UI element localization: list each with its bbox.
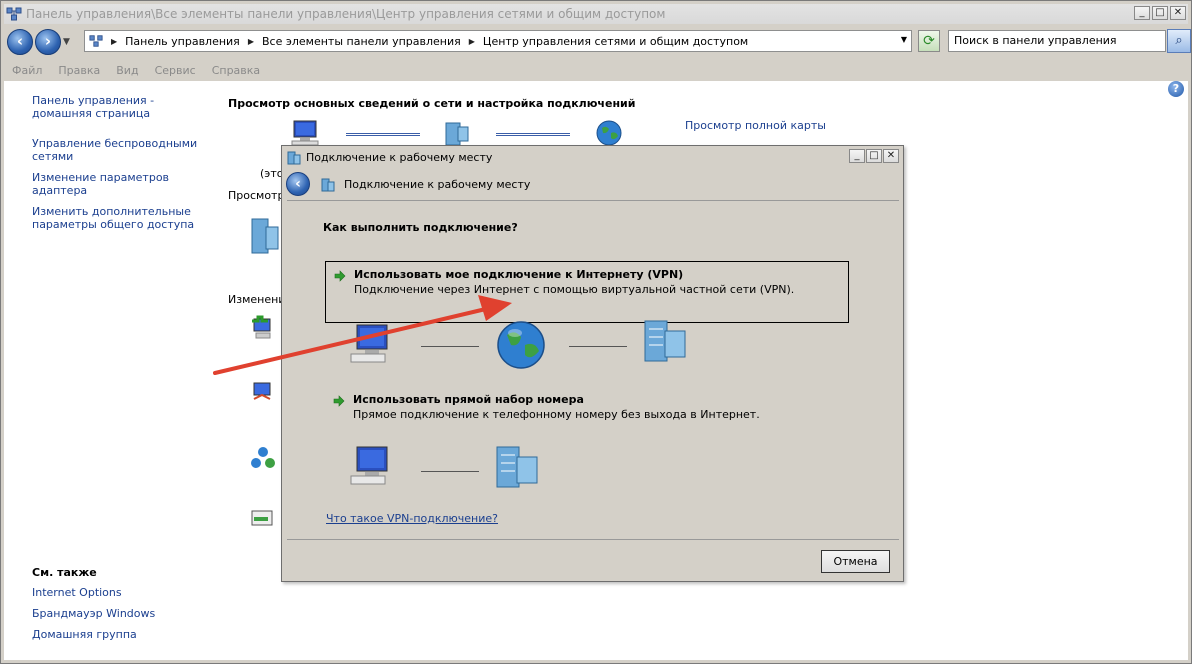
connection-line — [569, 346, 627, 347]
chevron-right-icon[interactable]: ▶ — [248, 37, 254, 46]
menu-bar: Файл Правка Вид Сервис Справка — [4, 61, 1188, 79]
breadcrumb-network-center[interactable]: Центр управления сетями и общим доступом — [483, 35, 748, 48]
dialog-close-button[interactable]: ✕ — [883, 149, 899, 163]
menu-edit[interactable]: Правка — [58, 64, 100, 77]
link-homegroup[interactable]: Домашняя группа — [32, 628, 202, 641]
link-control-panel-home[interactable]: Панель управления - домашняя страница — [32, 94, 202, 120]
link-full-map[interactable]: Просмотр полной карты — [685, 119, 826, 132]
connect-network-icon[interactable] — [250, 379, 276, 405]
link-internet-options[interactable]: Internet Options — [32, 586, 202, 599]
network-center-icon — [89, 35, 103, 47]
option-vpn-title: Использовать мое подключение к Интернету… — [354, 268, 684, 281]
dialog-maximize-button[interactable]: □ — [866, 149, 882, 163]
network-center-icon — [6, 7, 22, 21]
workplace-icon — [321, 178, 335, 192]
homegroup-icon[interactable] — [250, 445, 276, 471]
workplace-network-icon — [644, 320, 686, 362]
green-arrow-icon — [333, 395, 345, 407]
map-connection-line — [496, 133, 570, 136]
dialog-nav: ‹ Подключение к рабочему месту — [282, 169, 903, 199]
link-firewall[interactable]: Брандмауэр Windows — [32, 607, 202, 620]
workplace-network-icon — [496, 446, 538, 488]
history-dropdown-icon[interactable]: ▼ — [63, 37, 70, 47]
title-bar[interactable]: Панель управления\Все элементы панели уп… — [4, 4, 1188, 24]
option-vpn[interactable]: Использовать мое подключение к Интернету… — [325, 261, 849, 323]
dialog-back-button[interactable]: ‹ — [286, 172, 310, 196]
option-vpn-desc: Подключение через Интернет с помощью вир… — [354, 283, 795, 296]
menu-tools[interactable]: Сервис — [155, 64, 196, 77]
forward-button[interactable]: › — [35, 29, 61, 55]
menu-view[interactable]: Вид — [116, 64, 138, 77]
option-dialup-desc: Прямое подключение к телефонному номеру … — [353, 408, 760, 421]
breadcrumb-control-panel[interactable]: Панель управления — [125, 35, 240, 48]
back-button[interactable]: ‹ — [7, 29, 33, 55]
green-arrow-icon — [334, 270, 346, 282]
search-icon[interactable]: ⌕ — [1167, 29, 1191, 53]
link-manage-wireless[interactable]: Управление беспроводными сетями — [32, 137, 202, 163]
troubleshoot-icon[interactable] — [250, 507, 276, 533]
dialog-nav-title: Подключение к рабочему месту — [344, 177, 531, 191]
network-building-icon — [251, 218, 279, 254]
computer-icon — [350, 446, 388, 485]
page-title: Просмотр основных сведений о сети и наст… — [228, 97, 636, 110]
connection-line — [421, 471, 479, 472]
address-bar[interactable]: ▶ Панель управления ▶ Все элементы панел… — [84, 30, 912, 52]
see-also-heading: См. также — [32, 566, 97, 579]
chevron-right-icon[interactable]: ▶ — [469, 37, 475, 46]
dialog-title-bar[interactable]: Подключение к рабочему месту _ □ ✕ — [282, 146, 903, 168]
close-button[interactable]: ✕ — [1170, 6, 1186, 20]
computer-icon — [291, 120, 319, 146]
task-pane: Панель управления - домашняя страница Уп… — [4, 81, 214, 660]
link-advanced-sharing[interactable]: Изменить дополнительные параметры общего… — [32, 205, 202, 231]
menu-help[interactable]: Справка — [212, 64, 260, 77]
dialog-question: Как выполнить подключение? — [323, 221, 518, 234]
dialog-title: Подключение к рабочему месту — [306, 150, 493, 164]
connection-line — [421, 346, 479, 347]
internet-globe-icon — [596, 120, 622, 146]
dialog-body: Как выполнить подключение? Использовать … — [287, 200, 899, 540]
minimize-button[interactable]: _ — [1134, 6, 1150, 20]
window-title: Панель управления\Все элементы панели уп… — [26, 7, 666, 21]
map-connection-line — [346, 133, 420, 136]
refresh-button[interactable]: ⟳ — [918, 30, 940, 52]
computer-icon — [350, 324, 388, 363]
breadcrumb-all-items[interactable]: Все элементы панели управления — [262, 35, 461, 48]
new-connection-icon[interactable] — [250, 315, 276, 341]
connect-workplace-dialog: Подключение к рабочему месту _ □ ✕ ‹ Под… — [281, 145, 904, 582]
chevron-right-icon[interactable]: ▶ — [111, 37, 117, 46]
link-change-adapter[interactable]: Изменение параметров адаптера — [32, 171, 202, 197]
address-dropdown-icon[interactable]: ▼ — [901, 35, 907, 44]
internet-globe-icon — [497, 321, 545, 369]
search-input[interactable]: Поиск в панели управления — [948, 30, 1166, 52]
option-dialup[interactable]: Использовать прямой набор номера Прямое … — [325, 387, 849, 449]
cancel-button[interactable]: Отмена — [821, 550, 890, 573]
option-dialup-title: Использовать прямой набор номера — [353, 393, 584, 406]
menu-file[interactable]: Файл — [12, 64, 42, 77]
network-icon — [445, 122, 469, 146]
link-what-is-vpn[interactable]: Что такое VPN-подключение? — [326, 512, 498, 525]
dialog-minimize-button[interactable]: _ — [849, 149, 865, 163]
workplace-icon — [287, 151, 301, 165]
address-toolbar: ‹ › ▼ ▶ Панель управления ▶ Все элементы… — [4, 26, 1191, 58]
maximize-button[interactable]: □ — [1152, 6, 1168, 20]
